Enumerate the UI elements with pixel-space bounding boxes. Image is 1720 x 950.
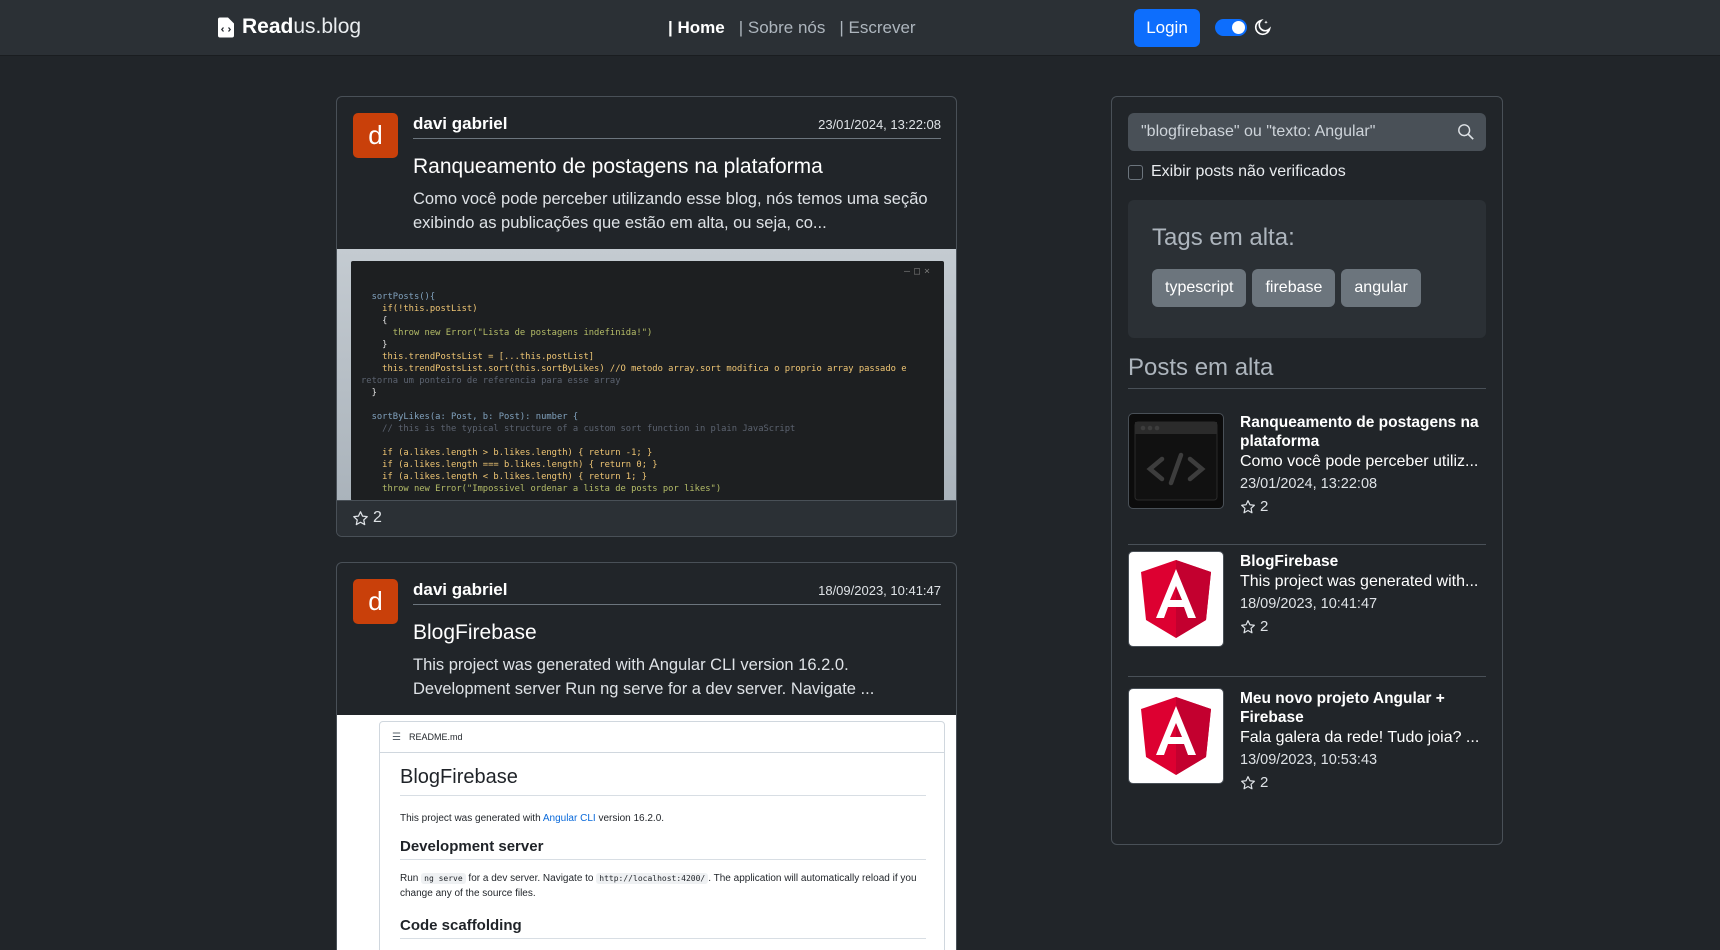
angular-logo-icon [1128,688,1224,784]
readme-title: BlogFirebase [400,766,926,796]
trending-post-body: BlogFirebase This project was generated … [1240,552,1486,635]
tags-title: Tags em alta: [1152,224,1295,251]
show-unverified-toggle[interactable]: Exibir posts não verificados [1128,163,1346,181]
post-card[interactable]: d davi gabriel 18/09/2023, 10:41:47 Blog… [336,562,957,950]
star-button[interactable]: 2 [352,509,382,527]
tag-list: typescript firebase angular [1152,269,1421,307]
trending-post-item[interactable]: Meu novo projeto Angular + Firebase Fala… [1128,687,1486,807]
trending-post-date: 23/01/2024, 13:22:08 [1240,476,1378,492]
readme-filename: README.md [408,732,463,742]
brand-light: us.blog [293,15,362,38]
code-icon [1128,413,1224,509]
brand-bold: Read [242,15,294,38]
show-unverified-label: Exibir posts não verificados [1151,163,1346,180]
trending-post-title[interactable]: BlogFirebase [1240,552,1486,571]
post-date: 18/09/2023, 10:41:47 [818,583,941,598]
star-count: 2 [1260,498,1269,515]
post-title[interactable]: BlogFirebase [413,621,537,645]
trending-post-body: Ranqueamento de postagens na plataforma … [1240,413,1486,515]
post-title[interactable]: Ranqueamento de postagens na plataforma [413,155,823,179]
post-header: davi gabriel 18/09/2023, 10:41:47 [413,577,941,605]
login-button[interactable]: Login [1134,9,1200,47]
star-count: 2 [373,509,382,526]
trending-posts-title: Posts em alta [1128,354,1486,389]
tag-firebase[interactable]: firebase [1252,269,1336,307]
readme-paragraph: Run ng serve for a dev server. Navigate … [400,873,917,899]
readme-heading: Development server [400,838,926,860]
tag-angular[interactable]: angular [1341,269,1421,307]
star-icon [1241,499,1255,513]
star-button[interactable]: 2 [1240,774,1486,791]
post-card[interactable]: d davi gabriel 23/01/2024, 13:22:08 Ranq… [336,96,957,537]
sidebar: Exibir posts não verificados Tags em alt… [1111,96,1503,845]
nav-link-sobre[interactable]: | Sobre nós [739,18,826,38]
angular-logo-icon [1128,551,1224,647]
avatar: d [353,113,398,158]
star-button[interactable]: 2 [1240,498,1486,515]
star-icon [1241,619,1255,633]
trending-post-excerpt: Como você pode perceber utiliz... [1240,453,1479,470]
nav-link-escrever[interactable]: | Escrever [839,18,915,38]
code-screenshot: –□× sortPosts(){ if(!this.postList) { th… [351,261,944,501]
post-footer: 2 [337,500,956,536]
post-cover-image[interactable]: ☰ README.md BlogFirebase This project wa… [337,715,956,950]
star-button[interactable]: 2 [1240,618,1486,635]
avatar: d [353,579,398,624]
moon-stars-icon [1254,19,1271,36]
list-icon: ☰ [392,731,401,743]
post-excerpt: This project was generated with Angular … [413,656,875,698]
trending-post-body: Meu novo projeto Angular + Firebase Fala… [1240,689,1486,791]
star-icon [353,510,368,525]
post-header: davi gabriel 23/01/2024, 13:22:08 [413,111,941,139]
readme-paragraph: This project was generated with Angular … [400,813,665,824]
readme-header: ☰ README.md [380,722,944,753]
trending-post-excerpt: Fala galera da rede! Tudo joia? ... [1240,729,1480,746]
tag-typescript[interactable]: typescript [1152,269,1247,307]
search-input[interactable] [1128,113,1448,151]
post-author: davi gabriel [413,114,508,133]
star-count: 2 [1260,774,1269,791]
post-date: 23/01/2024, 13:22:08 [818,117,941,132]
trending-post-date: 13/09/2023, 10:53:43 [1240,752,1378,768]
code-block: sortPosts(){ if(!this.postList) { throw … [361,292,907,494]
trending-post-item[interactable]: Ranqueamento de postagens na plataforma … [1128,413,1486,545]
star-icon [1241,775,1255,789]
post-cover-image[interactable]: –□× sortPosts(){ if(!this.postList) { th… [337,249,956,501]
trending-post-title[interactable]: Ranqueamento de postagens na plataforma [1240,413,1486,451]
nav-link-home[interactable]: | Home [668,18,725,38]
star-count: 2 [1260,618,1269,635]
trending-post-date: 18/09/2023, 10:41:47 [1240,596,1378,612]
nav-links: | Home | Sobre nós | Escrever [668,18,916,38]
window-controls: –□× [903,266,934,277]
readme-screenshot: ☰ README.md BlogFirebase This project wa… [379,721,945,950]
trending-post-title[interactable]: Meu novo projeto Angular + Firebase [1240,689,1486,727]
brand-logo[interactable]: Readus.blog [218,15,361,39]
trending-tags: Tags em alta: typescript firebase angula… [1128,200,1486,338]
theme-toggle[interactable] [1215,19,1247,36]
post-author: davi gabriel [413,580,508,599]
navbar: Readus.blog | Home | Sobre nós | Escreve… [0,0,1720,56]
post-excerpt: Como você pode perceber utilizando esse … [413,190,928,232]
file-code-icon [218,17,234,37]
readme-heading: Code scaffolding [400,917,926,939]
trending-post-excerpt: This project was generated with... [1240,573,1479,590]
search-icon[interactable] [1457,123,1475,141]
angular-cli-link[interactable]: Angular CLI [543,813,596,824]
trending-post-item[interactable]: BlogFirebase This project was generated … [1128,549,1486,677]
show-unverified-checkbox[interactable] [1128,164,1143,180]
search-box [1128,113,1486,151]
